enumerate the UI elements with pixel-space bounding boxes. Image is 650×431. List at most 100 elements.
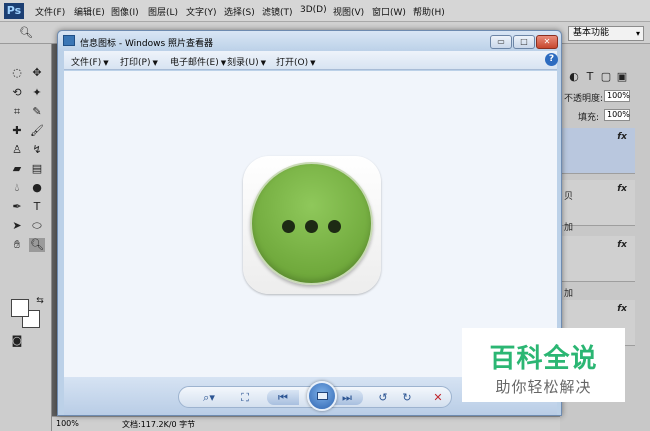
healing-brush-tool-icon[interactable]: ✚: [9, 124, 25, 138]
history-brush-tool-icon[interactable]: ↯: [29, 143, 45, 157]
gradient-tool-icon[interactable]: ▤: [29, 162, 45, 176]
ps-menu-layer[interactable]: 图层(L): [148, 5, 178, 18]
brush-tool-icon[interactable]: 🖌︎: [29, 124, 45, 138]
actual-size-icon[interactable]: ⛶: [237, 390, 253, 405]
menu-print[interactable]: 打印(P) ▼: [120, 55, 158, 68]
photoshop-toolbox: ◌ ✥ ⟲ ✦ ⌗ ✎ ✚ 🖌︎ ♙ ↯ ▰ ▤ 💧︎ ● ✒ T ➤ ⬭ ✋︎…: [0, 44, 52, 431]
viewer-titlebar[interactable]: 信息图标 - Windows 照片查看器 ▭ □ ✕: [58, 31, 561, 51]
document-info: 文档:117.2K/0 字节: [122, 420, 196, 429]
panel-shape-icon[interactable]: ▢: [598, 70, 614, 84]
window-title: 信息图标 - Windows 照片查看器: [80, 39, 214, 49]
swap-colors-icon[interactable]: ⇆: [32, 294, 48, 308]
eraser-tool-icon[interactable]: ▰: [9, 162, 25, 176]
fx-icon[interactable]: fx: [617, 184, 627, 194]
ps-menu-image[interactable]: 图像(I): [111, 5, 139, 18]
layer-effect-label: 贝: [564, 192, 574, 202]
clone-stamp-tool-icon[interactable]: ♙: [9, 143, 25, 157]
layer-row[interactable]: fx 贝 加: [560, 180, 635, 233]
viewer-menubar: 文件(F) ▼ 打印(P) ▼ 电子邮件(E) ▼ 刻录(U) ▼ 打开(O) ▼ ?: [64, 51, 558, 70]
pen-tool-icon[interactable]: ✒: [9, 200, 25, 214]
caret-down-icon: ▼: [220, 59, 227, 67]
menu-email[interactable]: 电子邮件(E) ▼: [170, 55, 226, 68]
photoshop-menubar: Ps 文件(F) 编辑(E) 图像(I) 图层(L) 文字(Y) 选择(S) 滤…: [0, 0, 650, 22]
quick-mask-icon[interactable]: ◙: [9, 334, 25, 348]
watermark-title: 百科全说: [489, 344, 598, 374]
previous-button[interactable]: ⏮: [267, 390, 299, 405]
zoom-icon[interactable]: ⌕▾: [197, 390, 221, 405]
photo-viewer-icon: [63, 35, 75, 46]
ellipsis-dot: [328, 220, 341, 233]
info-app-icon: [243, 156, 381, 294]
ps-menu-3d[interactable]: 3D(D): [300, 5, 327, 15]
fx-icon[interactable]: fx: [617, 132, 627, 142]
caret-down-icon: ▼: [260, 59, 267, 67]
ps-menu-select[interactable]: 选择(S): [224, 5, 255, 18]
lasso-tool-icon[interactable]: ⟲: [9, 86, 25, 100]
ellipsis-dot: [305, 220, 318, 233]
menu-file-label: 文件(F): [71, 58, 102, 68]
shape-tool-icon[interactable]: ⬭: [29, 219, 45, 233]
crop-tool-icon[interactable]: ⌗: [9, 105, 25, 119]
menu-burn[interactable]: 刻录(U) ▼: [227, 55, 266, 68]
panel-type-icon[interactable]: T: [582, 70, 598, 84]
fill-label: 填充:: [578, 113, 600, 123]
ps-menu-help[interactable]: 帮助(H): [413, 5, 445, 18]
zoom-tool-icon[interactable]: 🔍︎: [18, 26, 34, 40]
ps-menu-window[interactable]: 窗口(W): [372, 5, 406, 18]
watermark-logo: 百科全说 助你轻松解决: [462, 328, 625, 402]
zoom-tool-icon[interactable]: 🔍︎: [29, 238, 45, 252]
menu-open-label: 打开(O): [276, 58, 309, 68]
ps-menu-edit[interactable]: 编辑(E): [74, 5, 105, 18]
menu-file[interactable]: 文件(F) ▼: [71, 55, 109, 68]
fx-icon[interactable]: fx: [617, 304, 627, 314]
zoom-level[interactable]: 100%: [56, 419, 79, 428]
help-icon[interactable]: ?: [545, 53, 558, 66]
type-tool-icon[interactable]: T: [29, 200, 45, 214]
move-tool-icon[interactable]: ✥: [29, 66, 45, 80]
caret-down-icon: ▼: [103, 59, 109, 67]
foreground-color-swatch[interactable]: [11, 299, 29, 317]
menu-open[interactable]: 打开(O) ▼: [276, 55, 316, 68]
slideshow-button[interactable]: [307, 381, 337, 411]
dodge-tool-icon[interactable]: ●: [29, 181, 45, 195]
opacity-label: 不透明度:: [564, 94, 604, 104]
menu-email-label: 电子邮件(E): [170, 58, 219, 68]
path-selection-tool-icon[interactable]: ➤: [9, 219, 25, 233]
hand-tool-icon[interactable]: ✋︎: [9, 238, 25, 252]
photoshop-status-bar: 100% 文档:117.2K/0 字节: [52, 416, 560, 431]
opacity-input[interactable]: 100%: [604, 90, 630, 102]
ps-menu-view[interactable]: 视图(V): [333, 5, 364, 18]
workspace-label: 基本功能: [573, 28, 610, 38]
photoshop-logo: Ps: [4, 3, 24, 19]
menu-print-label: 打印(P): [120, 58, 151, 68]
magic-wand-tool-icon[interactable]: ✦: [29, 86, 45, 100]
rotate-clockwise-icon[interactable]: ↻: [399, 390, 415, 405]
layer-effect-label: 加: [564, 289, 574, 299]
chevron-down-icon: ▾: [635, 29, 640, 38]
watermark-subtitle: 助你轻松解决: [495, 378, 592, 396]
caret-down-icon: ▼: [152, 59, 158, 67]
ellipsis-dot: [282, 220, 295, 233]
green-circle: [250, 162, 373, 285]
eyedropper-tool-icon[interactable]: ✎: [29, 105, 45, 119]
ps-menu-filter[interactable]: 滤镜(T): [262, 5, 293, 18]
minimize-button[interactable]: ▭: [490, 35, 512, 49]
fx-icon[interactable]: fx: [617, 240, 627, 250]
caret-down-icon: ▼: [310, 59, 316, 67]
close-button[interactable]: ✕: [536, 35, 558, 49]
slideshow-icon: [317, 392, 328, 400]
menu-burn-label: 刻录(U): [227, 58, 259, 68]
workspace-select[interactable]: 基本功能 ▾: [568, 26, 644, 41]
marquee-tool-icon[interactable]: ◌: [9, 66, 25, 80]
fill-input[interactable]: 100%: [604, 109, 630, 121]
ps-menu-type[interactable]: 文字(Y): [186, 5, 217, 18]
ps-menu-file[interactable]: 文件(F): [35, 5, 65, 18]
blur-tool-icon[interactable]: 💧︎: [9, 181, 25, 195]
panel-adjust-icon[interactable]: ◐: [566, 70, 582, 84]
delete-icon[interactable]: ✕: [430, 390, 446, 405]
layer-row[interactable]: fx: [560, 128, 635, 174]
maximize-button[interactable]: □: [513, 35, 535, 49]
panel-smart-object-icon[interactable]: ▣: [614, 70, 630, 84]
rotate-counterclockwise-icon[interactable]: ↺: [375, 390, 391, 405]
layer-row[interactable]: fx 加: [560, 236, 635, 299]
